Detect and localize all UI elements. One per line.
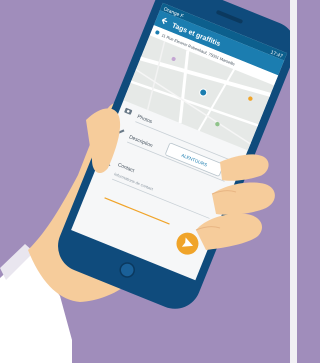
edge-strip [290,0,297,363]
illustration: Orange F 17:47 Tags et graffitis 11 Rue … [0,0,297,363]
